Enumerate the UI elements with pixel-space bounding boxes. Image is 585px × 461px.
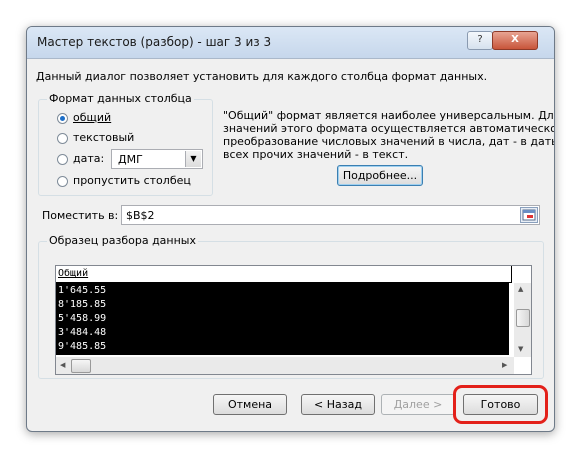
date-format-select[interactable]: ДМГ ▼	[111, 149, 203, 169]
preview-row: 3'484.48	[58, 327, 107, 338]
scroll-up-icon[interactable]: ▲	[518, 285, 523, 293]
text-import-wizard-dialog: Мастер текстов (разбор) - шаг 3 из 3 ? X…	[26, 26, 555, 432]
finish-button-highlight	[453, 385, 548, 424]
info-line: всех прочих значений - в текст.	[223, 148, 409, 161]
radio-general[interactable]	[57, 113, 68, 124]
preview-row: 1'645.55	[58, 285, 107, 296]
help-button[interactable]: ?	[467, 31, 493, 50]
preview-column-header[interactable]: Общий	[56, 266, 512, 283]
dialog-title: Мастер текстов (разбор) - шаг 3 из 3	[37, 35, 272, 49]
column-divider	[511, 266, 512, 282]
more-button[interactable]: Подробнее...	[337, 165, 423, 186]
dialog-description: Данный диалог позволяет установить для к…	[36, 70, 488, 83]
preview-selected-column[interactable]: 1'645.55 8'185.85 5'458.99 3'484.48 9'48…	[56, 283, 509, 355]
date-format-value: ДМГ	[118, 153, 143, 166]
chevron-down-icon[interactable]: ▼	[185, 151, 201, 167]
preview-row: 5'458.99	[58, 313, 107, 324]
radio-date[interactable]	[57, 154, 68, 165]
radio-text[interactable]	[57, 133, 68, 144]
info-line: значений этого формата осуществляется ав…	[223, 122, 555, 135]
info-line: преобразование числовых значений в числа…	[223, 135, 555, 148]
preview-area[interactable]: Общий 1'645.55 8'185.85 5'458.99 3'484.4…	[55, 265, 532, 375]
vertical-scroll-thumb[interactable]	[516, 309, 530, 327]
title-bar: Мастер текстов (разбор) - шаг 3 из 3 ? X	[27, 27, 554, 59]
preview-rows: 1'645.55 8'185.85 5'458.99 3'484.48 9'48…	[58, 284, 106, 354]
radio-skip[interactable]	[57, 176, 68, 187]
column-header-label: Общий	[58, 268, 89, 279]
format-info-text: "Общий" формат является наиболее универс…	[223, 109, 555, 161]
horizontal-scroll-thumb[interactable]	[71, 359, 91, 373]
horizontal-scrollbar[interactable]: ◀ ▶	[56, 357, 514, 374]
radio-general-label[interactable]: общий	[73, 111, 111, 124]
scroll-down-icon[interactable]: ▼	[518, 345, 523, 353]
destination-input[interactable]: $B$2	[121, 205, 540, 225]
preview-row: 8'185.85	[58, 299, 107, 310]
preview-row: 9'485.85	[58, 341, 107, 352]
scroll-left-icon[interactable]: ◀	[60, 361, 65, 369]
radio-date-label[interactable]: дата:	[73, 152, 104, 165]
radio-text-label[interactable]: текстовый	[73, 131, 134, 144]
back-button[interactable]: < Назад	[301, 394, 375, 415]
radio-skip-label[interactable]: пропустить столбец	[73, 174, 191, 187]
scroll-right-icon[interactable]: ▶	[502, 361, 507, 369]
preview-group-label: Образец разбора данных	[47, 234, 198, 247]
destination-value: $B$2	[126, 209, 155, 222]
destination-label: Поместить в:	[42, 209, 119, 222]
column-format-group-label: Формат данных столбца	[47, 92, 194, 105]
info-line: "Общий" формат является наиболее универс…	[223, 109, 555, 122]
next-button[interactable]: Далее >	[381, 394, 455, 415]
collapse-dialog-icon[interactable]	[520, 207, 538, 223]
close-button[interactable]: X	[492, 31, 538, 50]
vertical-scrollbar[interactable]: ▲ ▼	[514, 283, 531, 357]
cancel-button[interactable]: Отмена	[213, 394, 287, 415]
